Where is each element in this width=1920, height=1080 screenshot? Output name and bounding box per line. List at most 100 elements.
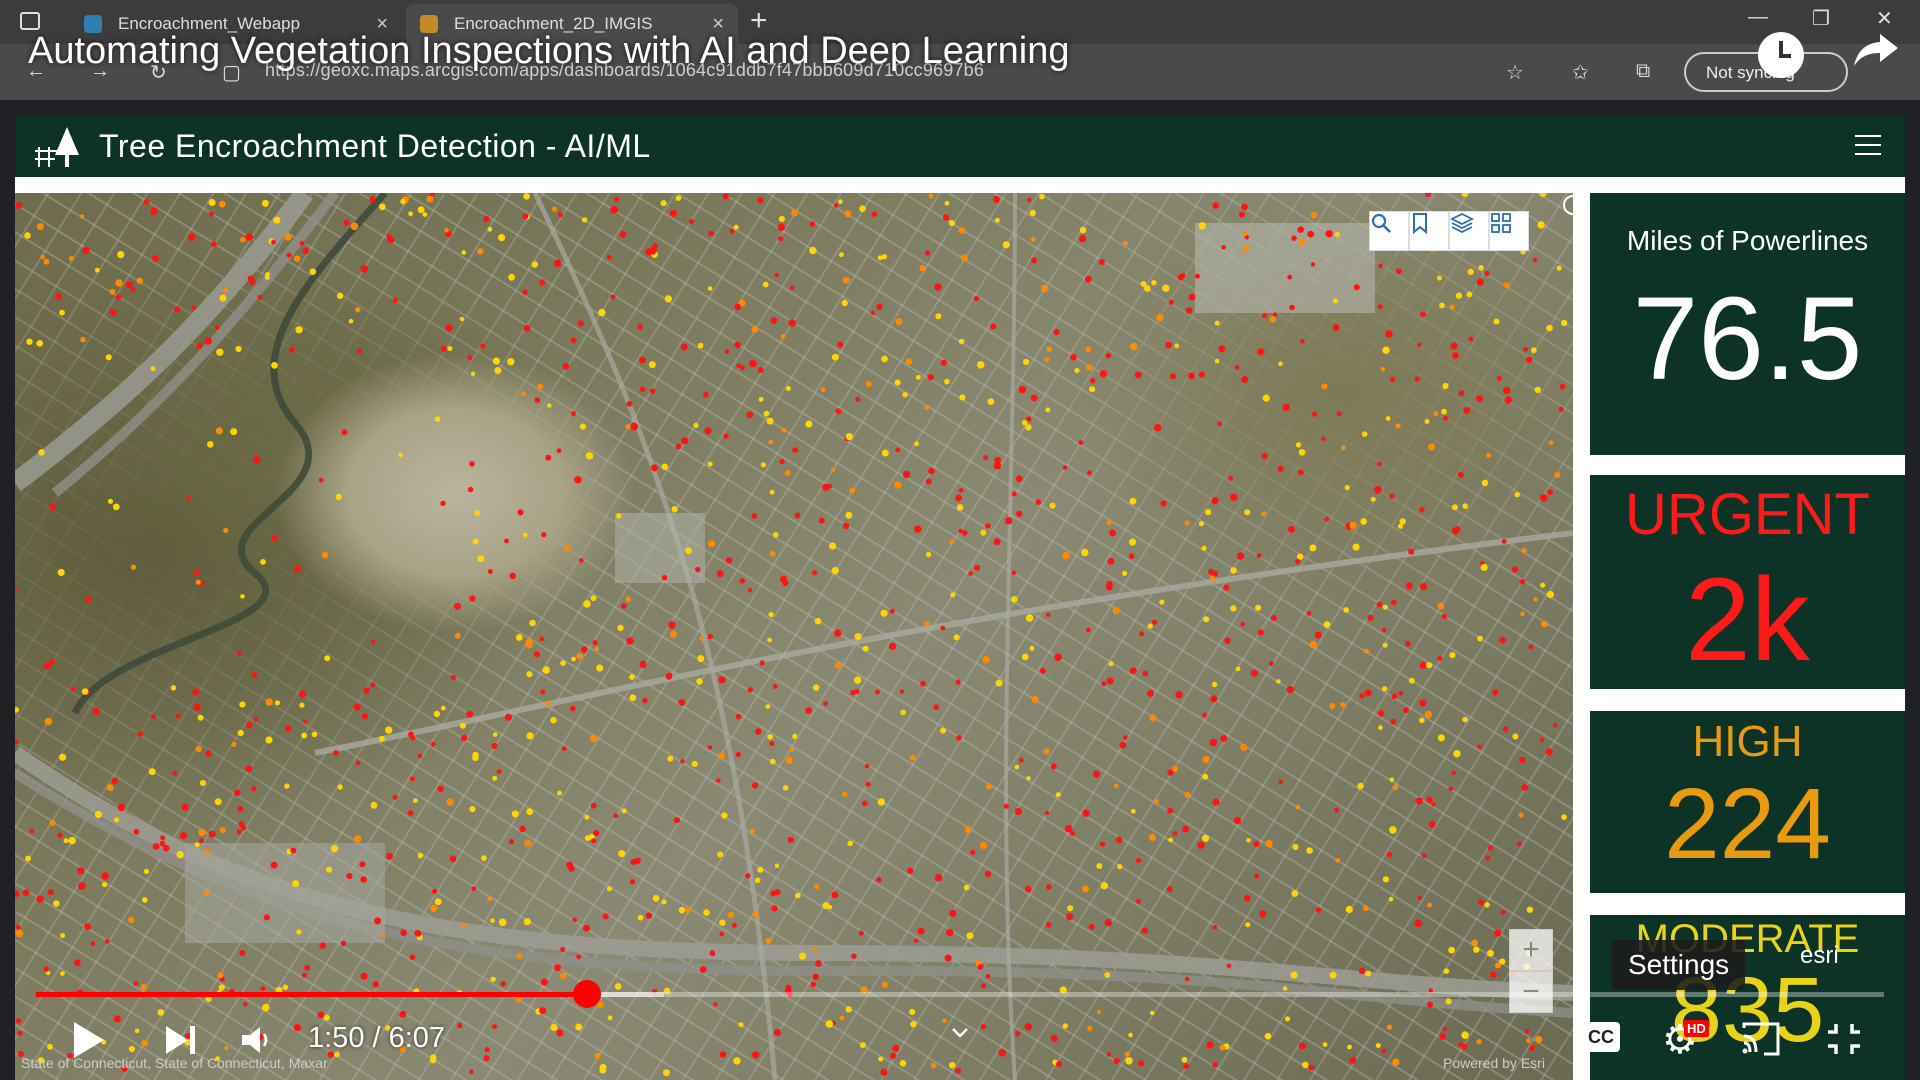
detection-marker (1398, 690, 1404, 696)
detection-marker (1067, 905, 1074, 912)
detection-marker (847, 840, 853, 847)
detection-marker (319, 942, 327, 949)
indicator-label: URGENT (1625, 482, 1870, 547)
detection-marker (152, 843, 160, 850)
restore-icon[interactable]: ❐ (1812, 6, 1830, 31)
detection-marker (810, 981, 816, 988)
basemap-gallery-icon (1491, 213, 1511, 233)
indicator-value: 76.5 (1632, 273, 1863, 405)
detection-marker (751, 326, 759, 333)
chevron-down-icon[interactable] (950, 1026, 970, 1040)
collections-icon[interactable]: ⧉ (1636, 60, 1658, 82)
cc-icon: CC (1588, 1027, 1614, 1047)
detection-marker (1390, 719, 1396, 725)
detection-marker (576, 652, 584, 660)
bookmark-icon (1413, 213, 1427, 234)
detection-marker (739, 578, 746, 584)
detection-marker (669, 209, 677, 217)
detection-marker (77, 867, 85, 875)
detection-marker (940, 727, 946, 734)
detection-marker (43, 258, 50, 265)
detection-marker (504, 538, 509, 544)
detection-marker (791, 209, 799, 217)
detection-marker (80, 336, 86, 343)
detection-marker (1085, 346, 1092, 353)
indicator-urgent: URGENT 2k (1590, 475, 1905, 689)
video-progress-bar[interactable] (36, 980, 1884, 1008)
detection-marker (629, 674, 635, 680)
detection-marker (1433, 411, 1439, 417)
detection-marker (1405, 582, 1413, 590)
detection-marker (459, 316, 465, 322)
detection-marker (1523, 347, 1529, 352)
detection-marker (554, 964, 561, 972)
detection-marker (480, 343, 486, 349)
zoom-in-button[interactable]: + (1509, 929, 1553, 971)
detection-marker (1381, 627, 1387, 633)
detection-marker (284, 233, 292, 241)
settings-button[interactable]: ⚙ HD (1660, 1018, 1710, 1062)
detection-marker (1395, 268, 1402, 275)
minimize-icon[interactable]: — (1748, 6, 1768, 29)
detection-marker (1054, 653, 1062, 661)
close-window-icon[interactable]: ✕ (1876, 6, 1893, 31)
play-icon[interactable] (70, 1020, 106, 1060)
detection-marker (539, 636, 545, 642)
detection-marker (284, 783, 290, 789)
detection-marker (461, 735, 468, 742)
detection-marker (678, 906, 686, 914)
detection-marker (881, 254, 888, 260)
detection-marker (235, 345, 242, 353)
tab-actions-icon[interactable] (20, 12, 40, 30)
detection-marker (994, 456, 1002, 464)
cast-icon[interactable] (1740, 1022, 1782, 1056)
volume-icon[interactable] (240, 1024, 270, 1056)
map-view[interactable]: + − State of Connecticut, State of Conne… (15, 193, 1573, 1080)
detection-marker (490, 976, 496, 982)
detection-marker (1122, 240, 1128, 246)
detection-marker (1242, 230, 1248, 237)
detection-marker (699, 966, 707, 973)
detection-marker (1234, 365, 1240, 370)
captions-button[interactable]: CC (1582, 1022, 1620, 1052)
detection-marker (1295, 804, 1301, 810)
detection-marker (568, 865, 575, 872)
detection-marker (763, 410, 770, 417)
favorite-add-icon[interactable]: ☆ (1506, 60, 1528, 84)
exit-fullscreen-icon[interactable] (1826, 1022, 1862, 1056)
detection-marker (788, 319, 796, 327)
map-search-button[interactable] (1369, 211, 1409, 251)
detection-marker (982, 655, 990, 664)
detection-marker (759, 660, 765, 666)
detection-marker (789, 747, 795, 753)
detection-marker (22, 889, 30, 896)
scrubber-handle[interactable] (572, 980, 601, 1008)
share-icon[interactable] (1852, 30, 1902, 70)
detection-marker (576, 954, 582, 960)
watch-later-icon[interactable] (1758, 32, 1804, 78)
detection-marker (354, 835, 362, 843)
detection-marker (236, 829, 242, 835)
detection-marker (781, 427, 787, 433)
detection-marker (408, 211, 413, 217)
detection-marker (94, 810, 102, 819)
favorites-icon[interactable]: ✩ (1572, 60, 1594, 84)
detection-marker (556, 448, 562, 454)
detection-marker (769, 550, 776, 557)
detection-marker (956, 735, 962, 741)
detection-marker (407, 810, 414, 816)
detection-marker (143, 199, 150, 205)
next-video-icon[interactable] (164, 1024, 198, 1056)
detection-marker (1449, 652, 1456, 659)
detection-marker (1385, 416, 1391, 421)
indicator-high: HIGH 224 (1590, 711, 1905, 893)
map-layers-button[interactable] (1449, 211, 1489, 251)
detection-marker (928, 467, 935, 475)
detection-marker (1377, 304, 1383, 310)
map-bookmarks-button[interactable] (1409, 211, 1449, 251)
video-title[interactable]: Automating Vegetation Inspections with A… (28, 30, 1070, 73)
hamburger-menu-icon[interactable] (1855, 135, 1881, 157)
detection-marker (1526, 356, 1533, 363)
map-basemap-button[interactable] (1489, 211, 1529, 251)
detection-marker (1205, 509, 1212, 516)
